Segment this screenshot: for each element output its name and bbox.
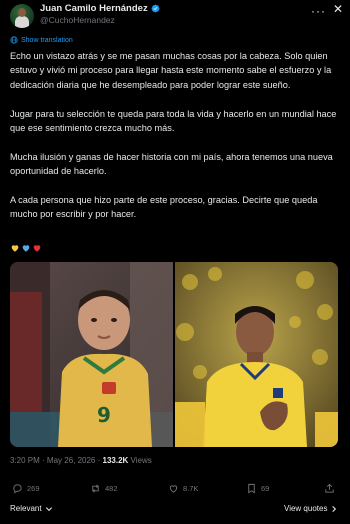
author-name-row: Juan Camilo Hernández xyxy=(40,3,160,14)
reply-count: 269 xyxy=(27,484,40,493)
post-paragraph: Echo un vistazo atrás y se me pasan much… xyxy=(10,51,332,90)
action-bar: 269 482 8.7K 69 xyxy=(0,483,350,501)
meta-separator: · xyxy=(95,456,103,465)
post-text: Echo un vistazo atrás y se me pasan much… xyxy=(10,49,340,236)
avatar[interactable] xyxy=(10,4,34,28)
show-translation-link[interactable]: Show translation xyxy=(10,36,73,44)
jersey-number: 9 xyxy=(97,403,111,427)
blue-heart-icon xyxy=(22,245,30,252)
replies-footer: Relevant View quotes xyxy=(0,500,350,520)
post-paragraph: A cada persona que hizo parte de este pr… xyxy=(10,195,318,220)
more-options-icon[interactable]: ··· xyxy=(311,5,326,17)
close-icon[interactable]: ✕ xyxy=(333,2,343,16)
hearts-emoji-row xyxy=(10,243,42,253)
author-handle[interactable]: @CuchoHernandez xyxy=(40,15,115,25)
post-paragraph: Mucha ilusión y ganas de hacer historia … xyxy=(10,151,333,177)
like-count: 8.7K xyxy=(183,484,199,493)
view-quotes-label: View quotes xyxy=(284,504,328,513)
post-date[interactable]: May 26, 2026 xyxy=(47,456,95,465)
reply-icon xyxy=(13,484,22,494)
bookmark-count: 69 xyxy=(261,484,270,493)
yellow-heart-icon xyxy=(11,245,19,252)
post-paragraph: Jugar para tu selección te queda para to… xyxy=(10,108,337,134)
sort-label: Relevant xyxy=(10,504,42,513)
childhood-photo[interactable]: 9 xyxy=(10,262,173,447)
globe-icon xyxy=(10,36,18,44)
post-time[interactable]: 3:20 PM xyxy=(10,456,40,465)
bookmark-icon xyxy=(248,483,255,494)
views-label: Views xyxy=(128,456,152,465)
like-button[interactable]: 8.7K xyxy=(168,483,198,494)
repost-icon xyxy=(92,484,99,493)
post-meta: 3:20 PM · May 26, 2026 · 133.2K Views xyxy=(10,456,152,465)
sort-dropdown[interactable]: Relevant xyxy=(10,504,53,513)
share-icon xyxy=(325,483,334,493)
repost-button[interactable]: 482 xyxy=(90,483,118,494)
childhood-photo-art: 9 xyxy=(10,262,173,447)
verified-badge-icon xyxy=(151,4,160,13)
heart-icon xyxy=(169,485,178,493)
player-photo-art xyxy=(175,262,338,447)
view-quotes-link[interactable]: View quotes xyxy=(284,504,338,513)
repost-count: 482 xyxy=(105,484,118,493)
views-count: 133.2K xyxy=(102,456,129,465)
post-header: Juan Camilo Hernández @CuchoHernandez ··… xyxy=(0,0,350,32)
meta-separator: · xyxy=(39,456,47,465)
author-display-name[interactable]: Juan Camilo Hernández xyxy=(40,3,148,14)
bookmark-button[interactable]: 69 xyxy=(246,483,269,494)
chevron-down-icon xyxy=(45,506,52,511)
red-heart-icon xyxy=(33,245,41,252)
show-translation-label: Show translation xyxy=(21,36,73,44)
reply-button[interactable]: 269 xyxy=(12,483,40,494)
share-button[interactable] xyxy=(324,483,335,494)
chevron-right-icon xyxy=(332,505,337,512)
media-grid[interactable]: 9 xyxy=(10,262,338,447)
player-photo[interactable] xyxy=(175,262,338,447)
